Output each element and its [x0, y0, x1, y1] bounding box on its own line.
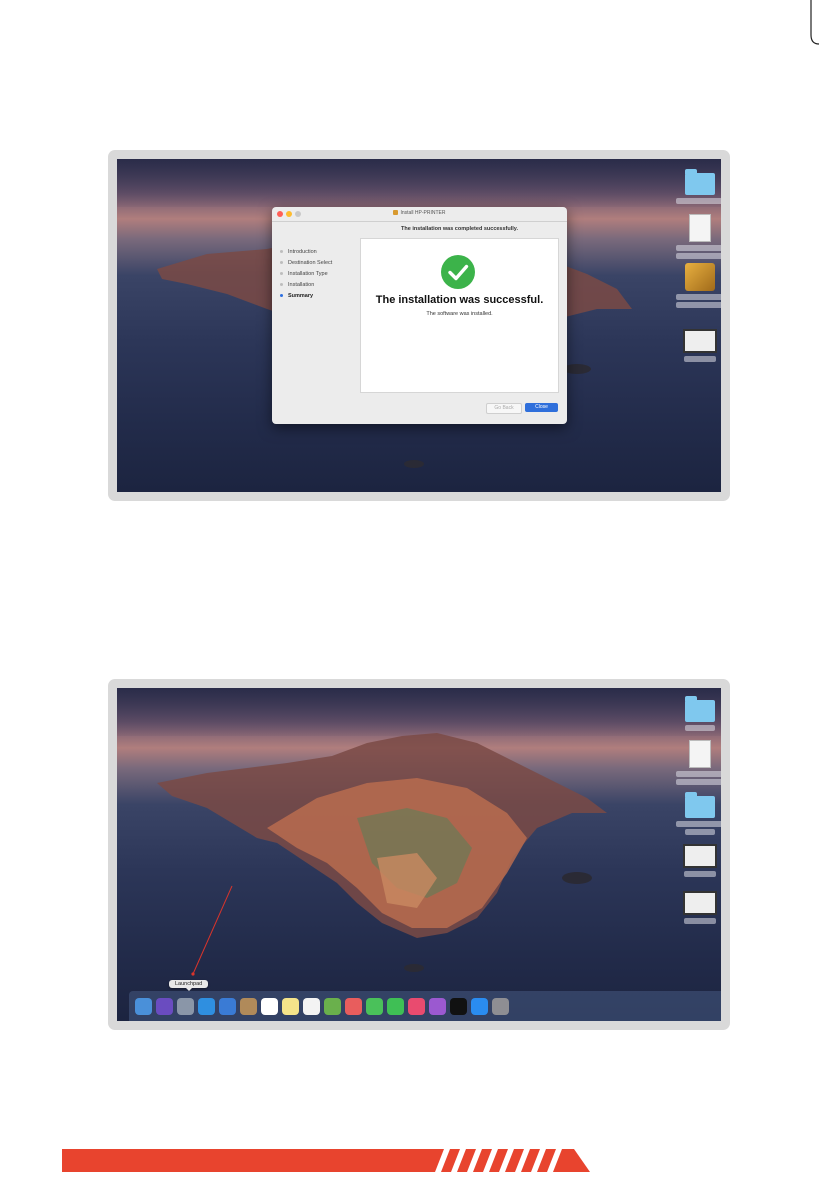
system-preferences-icon[interactable]	[492, 997, 509, 1015]
step-dot-icon	[280, 250, 283, 254]
safari-icon[interactable]	[198, 997, 215, 1015]
podcasts-icon[interactable]	[429, 997, 446, 1015]
step-summary: Summary	[280, 291, 355, 302]
step-dot-icon	[280, 261, 283, 265]
screenshot-installer-success: Install HP-PRINTER The installation was …	[108, 150, 730, 501]
success-title: The installation was successful.	[375, 294, 544, 306]
desktop-item[interactable]	[670, 169, 721, 204]
window-title: Install HP-PRINTER	[272, 210, 567, 216]
desktop-item[interactable]	[670, 214, 721, 259]
desktop: Install HP-PRINTER The installation was …	[117, 159, 721, 492]
step-dot-icon	[280, 294, 283, 298]
app-store-icon[interactable]	[471, 997, 488, 1015]
go-back-button: Go Back	[486, 403, 522, 414]
package-icon	[685, 263, 715, 291]
tv-icon[interactable]	[450, 997, 467, 1015]
photos-icon[interactable]	[345, 997, 362, 1015]
maps-icon[interactable]	[324, 997, 341, 1015]
screenshot-launchpad: Launchpad	[108, 679, 730, 1030]
finder-icon[interactable]	[135, 997, 152, 1015]
messages-icon[interactable]	[366, 997, 383, 1015]
contacts-icon[interactable]	[240, 997, 257, 1015]
annotation-arrow	[191, 885, 233, 976]
step-destination: Destination Select	[280, 258, 355, 269]
folder-icon	[685, 169, 715, 195]
close-button[interactable]: Close	[525, 403, 558, 412]
window-title-text: Install HP-PRINTER	[400, 210, 446, 216]
step-installation: Installation	[280, 280, 355, 291]
document-icon	[689, 214, 711, 242]
launchpad-icon[interactable]	[177, 997, 194, 1015]
step-dot-icon	[280, 272, 283, 276]
installer-steps: Introduction Destination Select Installa…	[280, 247, 355, 302]
installer-window: Install HP-PRINTER The installation was …	[272, 207, 567, 424]
installer-content: The installation was successful. The sof…	[360, 238, 559, 393]
checkmark-icon	[441, 255, 475, 289]
step-introduction: Introduction	[280, 247, 355, 258]
reminders-icon[interactable]	[303, 997, 320, 1015]
siri-icon[interactable]	[156, 997, 173, 1015]
step-installation-type: Installation Type	[280, 269, 355, 280]
desktop-item[interactable]	[670, 329, 721, 362]
calendar-icon[interactable]	[261, 997, 278, 1015]
dock	[129, 991, 721, 1021]
installer-header: The installation was completed successfu…	[401, 226, 518, 232]
step-dot-icon	[280, 283, 283, 287]
screenshot-icon	[683, 329, 717, 353]
success-subtitle: The software was installed.	[426, 311, 493, 317]
desktop-item[interactable]	[670, 263, 721, 308]
music-icon[interactable]	[408, 997, 425, 1015]
mail-icon[interactable]	[219, 997, 236, 1015]
title-bar[interactable]: Install HP-PRINTER	[272, 207, 567, 222]
desktop: Launchpad	[117, 688, 721, 1021]
cut-mark	[810, 0, 820, 45]
launchpad-tooltip: Launchpad	[169, 980, 209, 991]
notes-icon[interactable]	[282, 997, 299, 1015]
package-icon	[393, 210, 399, 216]
footer-accent-bar	[62, 1149, 590, 1172]
facetime-icon[interactable]	[387, 997, 404, 1015]
